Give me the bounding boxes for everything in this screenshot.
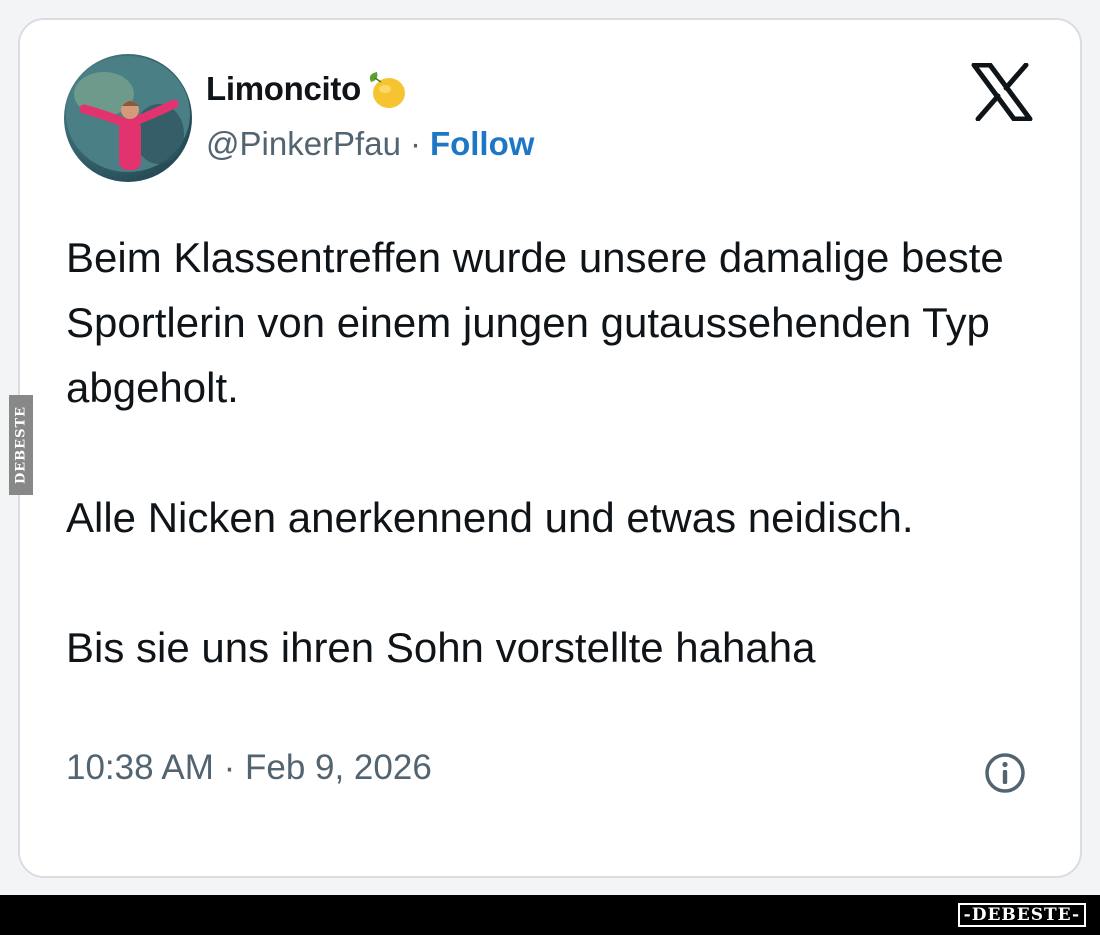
- tweet-paragraph: Bis sie uns ihren Sohn vorstellte hahaha: [66, 624, 816, 671]
- tweet-body: Beim Klassentreffen wurde unsere damalig…: [66, 225, 1066, 680]
- tweet-timestamp[interactable]: 10:38 AM · Feb 9, 2026: [66, 748, 432, 788]
- name-row: Limoncito: [206, 66, 409, 112]
- avatar-image: [66, 56, 190, 172]
- info-icon[interactable]: [983, 751, 1027, 795]
- page: Limoncito @PinkerPfau · Follow Beim Klas…: [0, 0, 1100, 935]
- handle-row: @PinkerPfau · Follow: [206, 125, 534, 163]
- follow-button[interactable]: Follow: [430, 125, 534, 163]
- tweet-paragraph: Beim Klassentreffen wurde unsere damalig…: [66, 234, 1004, 411]
- tweet-card: Limoncito @PinkerPfau · Follow Beim Klas…: [18, 18, 1082, 878]
- watermark-logo: -DEBESTE-: [957, 903, 1086, 927]
- display-name[interactable]: Limoncito: [206, 70, 361, 108]
- user-handle[interactable]: @PinkerPfau: [206, 125, 401, 163]
- side-watermark: DEBESTE: [9, 395, 33, 495]
- avatar[interactable]: [64, 54, 192, 182]
- lemon-icon: [363, 66, 409, 112]
- footer-bar: -DEBESTE-: [0, 895, 1100, 935]
- x-logo-icon[interactable]: [970, 62, 1034, 122]
- separator-dot: ·: [409, 125, 421, 162]
- tweet-paragraph: Alle Nicken anerkennend und etwas neidis…: [66, 494, 914, 541]
